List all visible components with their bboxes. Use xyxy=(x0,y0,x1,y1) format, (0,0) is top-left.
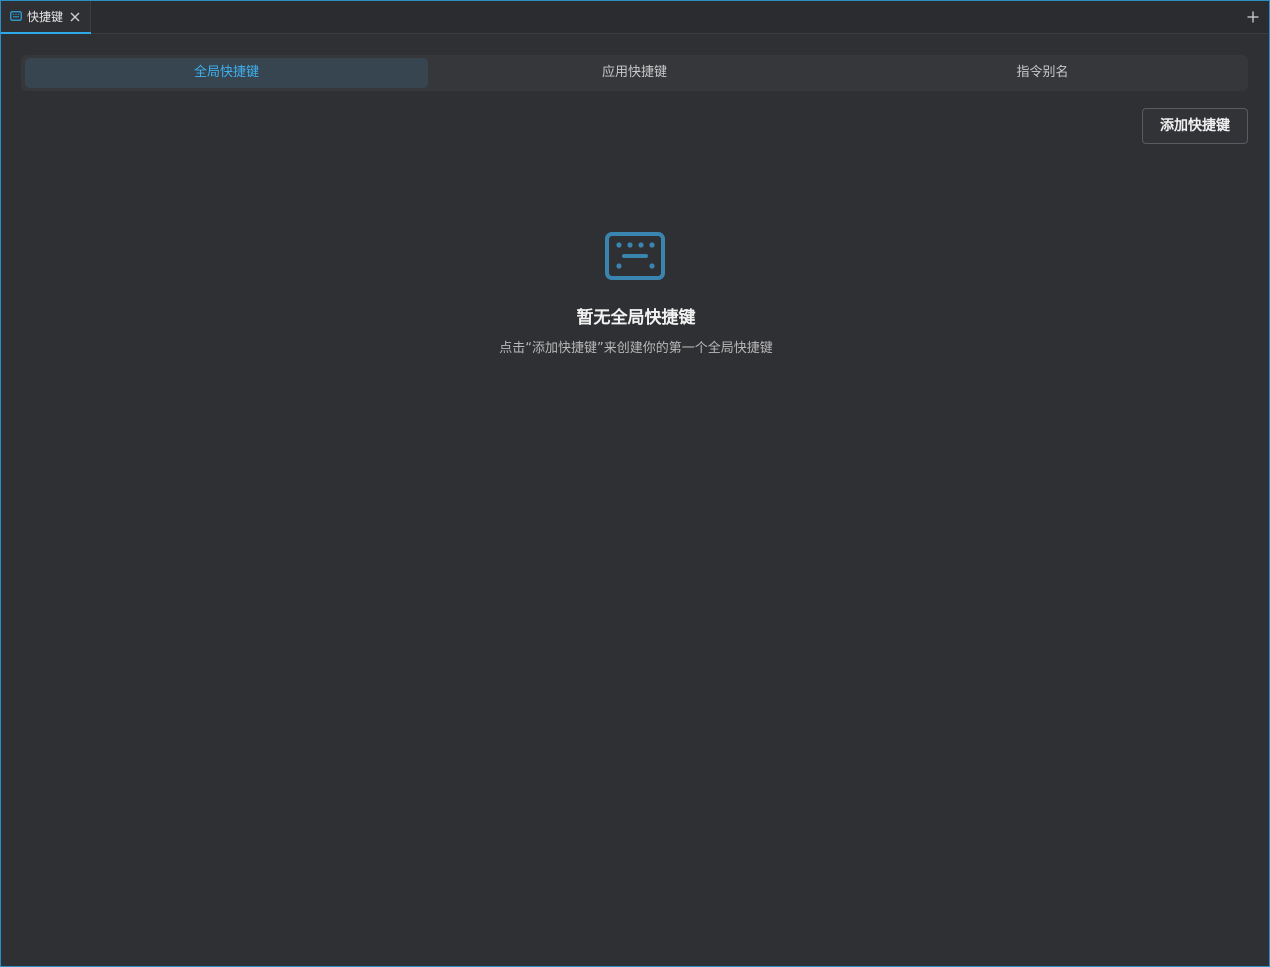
empty-state-description: 点击“添加快捷键”来创建你的第一个全局快捷键 xyxy=(499,341,773,356)
active-tab-indicator xyxy=(1,32,91,34)
tab-command-aliases[interactable]: 指令别名 xyxy=(841,58,1244,88)
close-icon[interactable] xyxy=(68,10,82,24)
keyboard-icon xyxy=(605,232,665,280)
empty-state-title: 暂无全局快捷键 xyxy=(576,308,696,328)
keyboard-icon xyxy=(10,11,22,21)
add-shortcut-button[interactable]: 添加快捷键 xyxy=(1142,108,1248,144)
plus-icon[interactable] xyxy=(1246,10,1260,24)
tab-bar: 快捷键 xyxy=(1,1,1269,34)
tab-shortcuts[interactable]: 快捷键 xyxy=(1,1,91,34)
tab-app-shortcuts[interactable]: 应用快捷键 xyxy=(433,58,836,88)
tab-global-shortcuts[interactable]: 全局快捷键 xyxy=(25,58,428,88)
shortcut-type-tabs: 全局快捷键 应用快捷键 指令别名 xyxy=(21,55,1248,91)
app-window: 快捷键 全局快捷键 应用快捷键 指令别名 添加快捷键 暂无全局快捷键 点击“添加… xyxy=(0,0,1270,967)
tab-label: 快捷键 xyxy=(27,10,64,24)
